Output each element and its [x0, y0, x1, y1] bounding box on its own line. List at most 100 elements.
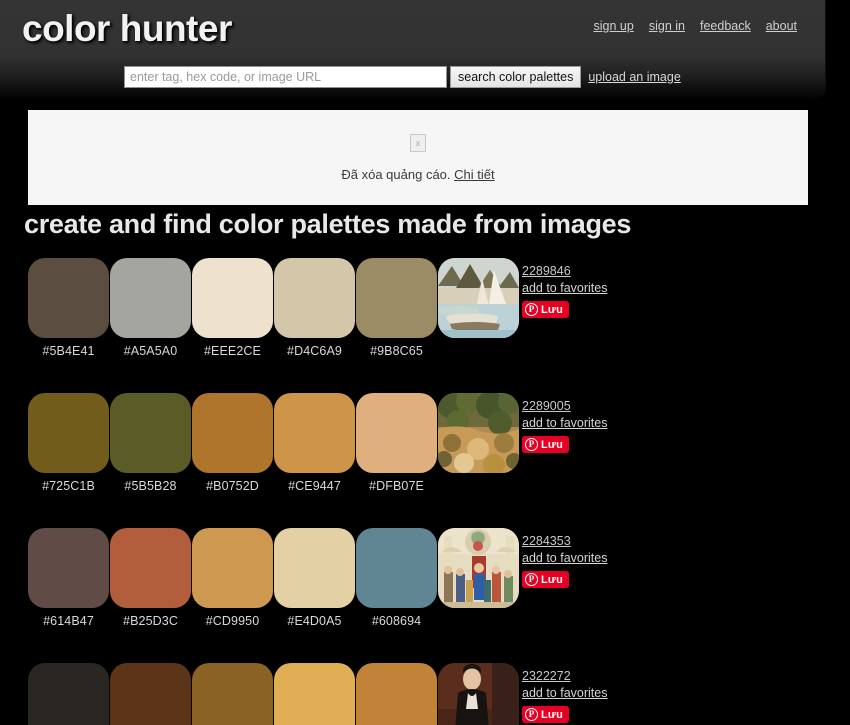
palette-source-thumbnail[interactable]: [438, 258, 519, 338]
swatch-color-chip[interactable]: [192, 663, 273, 725]
swatch-color-chip[interactable]: [28, 258, 109, 338]
swatch-hex-label: #EEE2CE: [204, 344, 261, 358]
swatch-hex-label: #614B47: [43, 614, 94, 628]
site-logo[interactable]: color hunter: [22, 8, 232, 50]
swatch[interactable]: #CE9447: [274, 393, 355, 493]
top-navigation: sign up sign in feedback about: [594, 19, 797, 33]
swatch[interactable]: #EEE2CE: [192, 258, 273, 358]
palette-id-link[interactable]: 2284353: [522, 533, 752, 550]
swatch-hex-label: #DFB07E: [369, 479, 424, 493]
swatch[interactable]: #E4D0A5: [274, 528, 355, 628]
swatch-color-chip[interactable]: [356, 258, 437, 338]
palette-source-thumbnail[interactable]: [438, 528, 519, 608]
pinterest-icon: P: [525, 303, 538, 316]
swatch[interactable]: #B25D3C: [110, 528, 191, 628]
swatch-color-chip[interactable]: [274, 528, 355, 608]
palette-source-thumbnail[interactable]: [438, 393, 519, 473]
swatch[interactable]: #B0752D: [192, 393, 273, 493]
swatch-color-chip[interactable]: [28, 663, 109, 725]
nav-link-sign-up[interactable]: sign up: [594, 19, 634, 33]
add-to-favorites-link[interactable]: add to favorites: [522, 415, 752, 432]
swatch-color-chip[interactable]: [110, 258, 191, 338]
swatch-color-chip[interactable]: [274, 393, 355, 473]
page-title: create and find color palettes made from…: [24, 209, 632, 239]
palette-swatches: #5B4E41 #A5A5A0 #EEE2CE #D4C6A9 #9B8C65: [28, 258, 519, 358]
swatch[interactable]: #8A6224: [192, 663, 273, 725]
palette-row: #2A2622#5C3418#8A6224#E0AE55#C08338 2322…: [28, 663, 828, 725]
pinterest-icon: P: [525, 573, 538, 586]
pinterest-save-label: Lưu: [541, 438, 564, 451]
search-button[interactable]: search color palettes: [450, 66, 582, 88]
swatch-hex-label: #B0752D: [206, 479, 259, 493]
swatch-color-chip[interactable]: [192, 393, 273, 473]
swatch-color-chip[interactable]: [356, 528, 437, 608]
nav-link-feedback[interactable]: feedback: [700, 19, 751, 33]
palette-id-link[interactable]: 2289005: [522, 398, 752, 415]
upload-an-image-link[interactable]: upload an image: [588, 70, 680, 84]
swatch-color-chip[interactable]: [110, 393, 191, 473]
swatch[interactable]: #A5A5A0: [110, 258, 191, 358]
pinterest-save-button[interactable]: P Lưu: [522, 301, 570, 318]
add-to-favorites-link[interactable]: add to favorites: [522, 550, 752, 567]
palette-id-link[interactable]: 2322272: [522, 668, 752, 685]
palette-meta: 2289005 add to favorites P Lưu: [522, 398, 752, 453]
pinterest-save-label: Lưu: [541, 708, 564, 721]
swatch-hex-label: #D4C6A9: [287, 344, 342, 358]
swatch-color-chip[interactable]: [192, 258, 273, 338]
swatch[interactable]: #725C1B: [28, 393, 109, 493]
swatch-color-chip[interactable]: [356, 393, 437, 473]
pinterest-icon: P: [525, 708, 538, 721]
swatch[interactable]: #608694: [356, 528, 437, 628]
palette-meta: 2289846 add to favorites P Lưu: [522, 263, 752, 318]
pinterest-save-button[interactable]: P Lưu: [522, 706, 570, 723]
color-hunter-page: color hunter sign up sign in feedback ab…: [0, 0, 850, 725]
swatch-hex-label: #CD9950: [205, 614, 260, 628]
swatch-color-chip[interactable]: [274, 663, 355, 725]
palette-meta: 2284353 add to favorites P Lưu: [522, 533, 752, 588]
swatch-hex-label: #A5A5A0: [123, 344, 178, 358]
swatch-color-chip[interactable]: [28, 393, 109, 473]
swatch[interactable]: #E0AE55: [274, 663, 355, 725]
add-to-favorites-link[interactable]: add to favorites: [522, 685, 752, 702]
pinterest-save-label: Lưu: [541, 573, 564, 586]
palette-source-thumbnail[interactable]: [438, 663, 519, 725]
swatch[interactable]: #614B47: [28, 528, 109, 628]
swatch-color-chip[interactable]: [274, 258, 355, 338]
nav-link-sign-in[interactable]: sign in: [649, 19, 685, 33]
palette-id-link[interactable]: 2289846: [522, 263, 752, 280]
swatch[interactable]: #5B4E41: [28, 258, 109, 358]
swatch[interactable]: #9B8C65: [356, 258, 437, 358]
search-input[interactable]: [124, 66, 447, 88]
swatch-hex-label: #B25D3C: [123, 614, 178, 628]
ad-removed-text: Đã xóa quảng cáo. Chi tiết: [341, 167, 494, 182]
swatch-color-chip[interactable]: [28, 528, 109, 608]
add-to-favorites-link[interactable]: add to favorites: [522, 280, 752, 297]
swatch[interactable]: #5C3418: [110, 663, 191, 725]
palette-swatches: #614B47 #B25D3C #CD9950 #E4D0A5 #608694: [28, 528, 519, 628]
palette-row: #725C1B #5B5B28 #B0752D #CE9447 #DFB07E 2289…: [28, 393, 828, 511]
swatch-hex-label: #CE9447: [288, 479, 341, 493]
swatch[interactable]: #5B5B28: [110, 393, 191, 493]
swatch-color-chip[interactable]: [192, 528, 273, 608]
swatch[interactable]: #D4C6A9: [274, 258, 355, 358]
palette-swatches: #725C1B #5B5B28 #B0752D #CE9447 #DFB07E: [28, 393, 519, 493]
swatch-color-chip[interactable]: [110, 528, 191, 608]
swatch-color-chip[interactable]: [356, 663, 437, 725]
search-bar: search color palettes upload an image: [124, 66, 681, 88]
swatch-hex-label: #E4D0A5: [287, 614, 342, 628]
swatch[interactable]: #DFB07E: [356, 393, 437, 493]
site-header: color hunter sign up sign in feedback ab…: [0, 0, 826, 100]
broken-image-icon: x: [410, 133, 426, 152]
swatch-color-chip[interactable]: [110, 663, 191, 725]
pinterest-save-button[interactable]: P Lưu: [522, 571, 570, 588]
swatch[interactable]: #CD9950: [192, 528, 273, 628]
ad-removed-message: Đã xóa quảng cáo.: [341, 166, 451, 182]
nav-link-about[interactable]: about: [766, 19, 797, 33]
swatch[interactable]: #2A2622: [28, 663, 109, 725]
swatch-hex-label: #9B8C65: [370, 344, 423, 358]
pinterest-save-button[interactable]: P Lưu: [522, 436, 570, 453]
ad-placeholder: x Đã xóa quảng cáo. Chi tiết: [28, 110, 808, 205]
ad-details-link[interactable]: Chi tiết: [454, 167, 494, 182]
swatch[interactable]: #C08338: [356, 663, 437, 725]
swatch-hex-label: #5B5B28: [124, 479, 177, 493]
